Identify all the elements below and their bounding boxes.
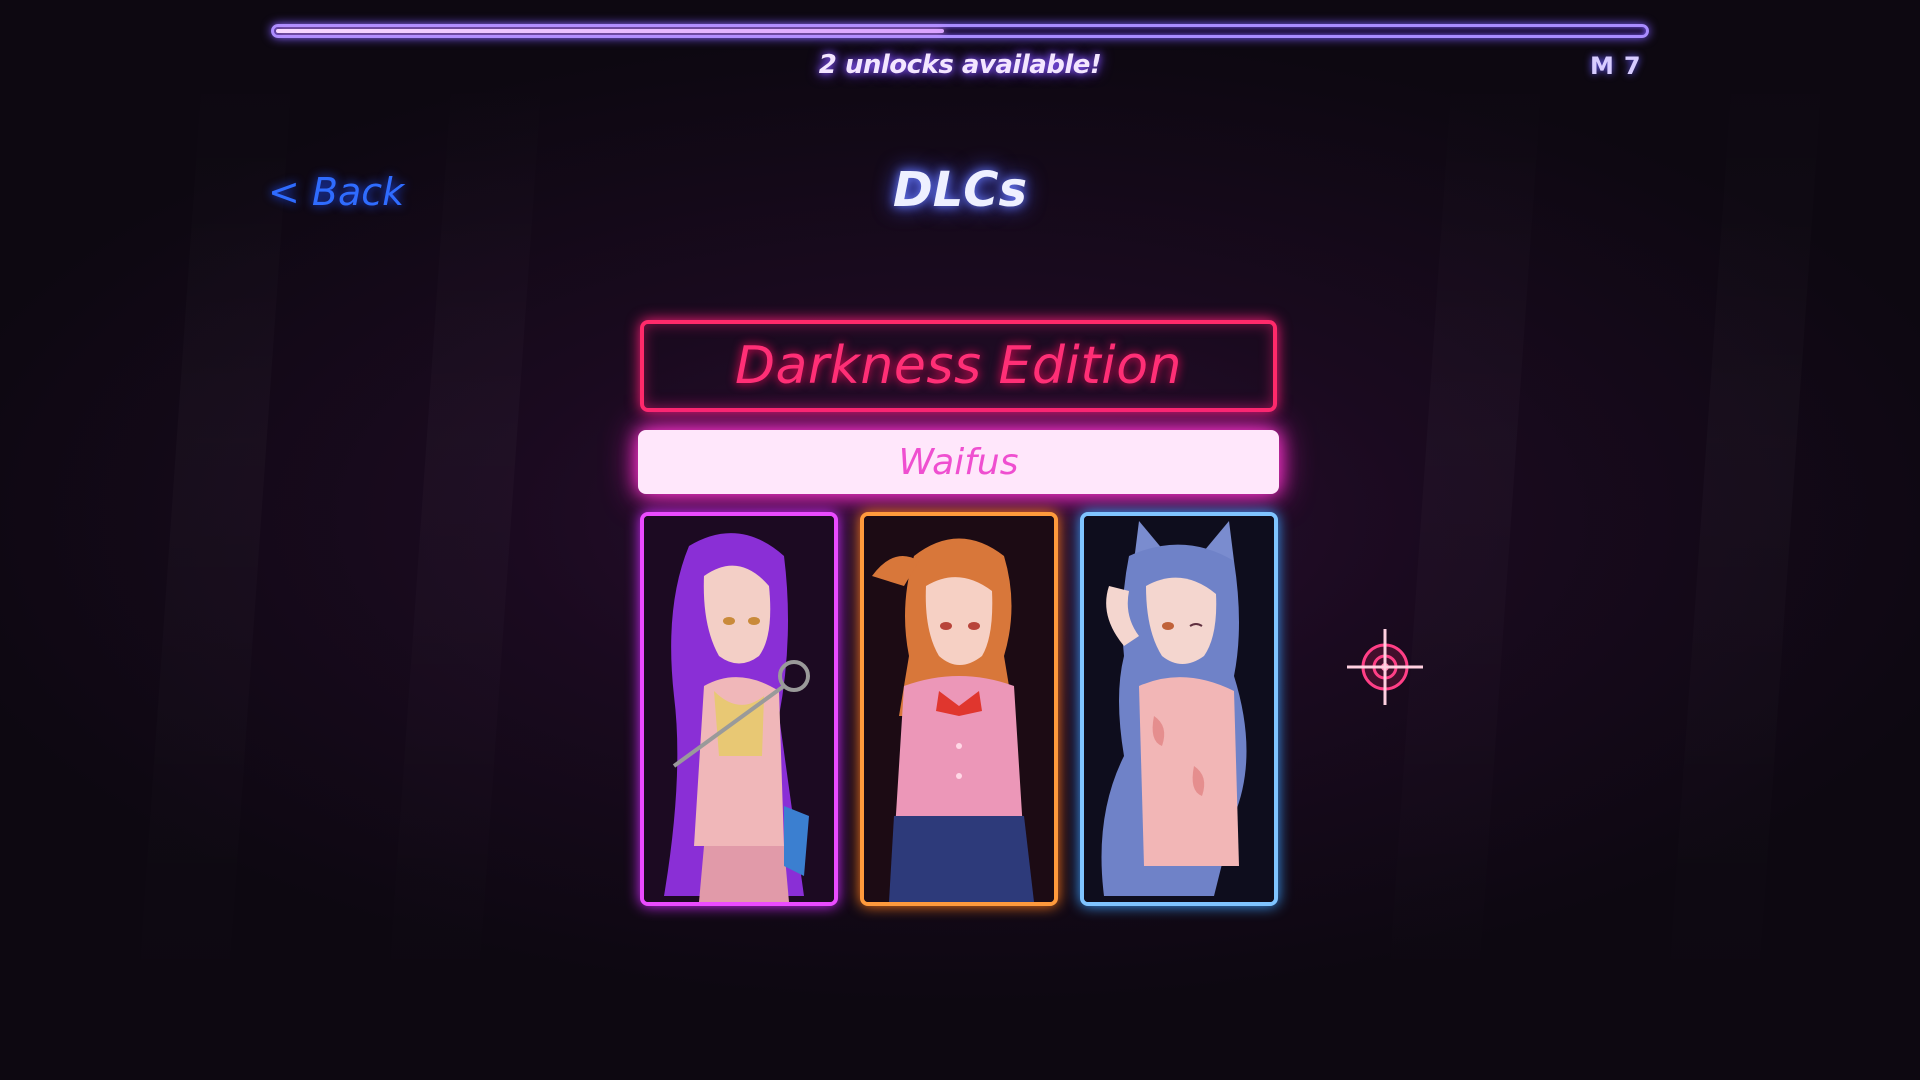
crosshair-icon <box>1347 629 1423 705</box>
category-label: Waifus <box>898 441 1019 483</box>
level-value: 7 <box>1623 52 1641 80</box>
dlc-name-box: Darkness Edition <box>640 320 1277 412</box>
game-screen: 2 unlocks available! M7 < Back DLCs Dark… <box>0 0 1920 1080</box>
unlock-progress-bar <box>271 24 1649 38</box>
background-streak <box>1666 60 1824 1010</box>
level-icon: M <box>1590 52 1614 80</box>
purple-haired-character-portrait-icon <box>644 516 834 902</box>
character-card-2[interactable] <box>860 512 1058 906</box>
category-tab-waifus[interactable]: Waifus <box>638 430 1279 494</box>
orange-haired-character-portrait-icon <box>864 516 1054 902</box>
background-streak <box>386 60 544 1010</box>
unlock-progress-fill <box>276 29 945 33</box>
page-title: DLCs <box>892 162 1028 218</box>
catgirl-character-portrait-icon <box>1084 516 1274 902</box>
level-indicator: M7 <box>1590 52 1641 80</box>
character-card-3[interactable] <box>1080 512 1278 906</box>
dlc-name: Darkness Edition <box>735 336 1182 396</box>
unlocks-available-text: 2 unlocks available! <box>818 50 1102 80</box>
character-card-1[interactable] <box>640 512 838 906</box>
background-streak <box>1386 60 1544 1010</box>
back-button[interactable]: < Back <box>268 170 404 214</box>
